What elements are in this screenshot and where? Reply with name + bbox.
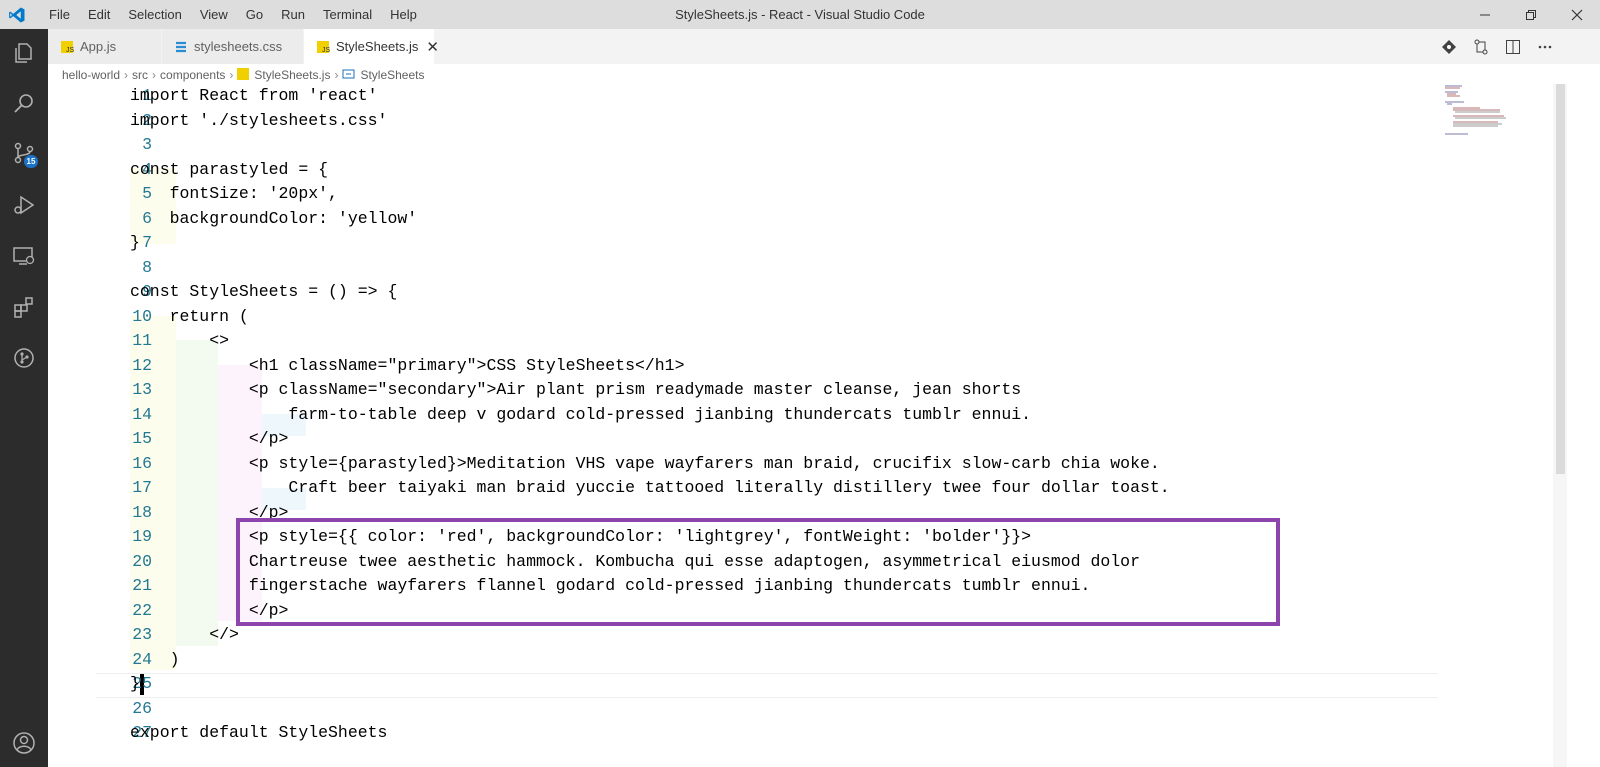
js-file-icon: JS bbox=[60, 40, 74, 54]
chevron-right-icon: › bbox=[229, 68, 234, 82]
menu-file[interactable]: File bbox=[40, 0, 79, 29]
code-line: <> bbox=[130, 331, 230, 350]
minimap-preview bbox=[1445, 85, 1506, 135]
tab-app-js[interactable]: JS App.js bbox=[48, 29, 162, 64]
restore-button[interactable] bbox=[1508, 0, 1554, 29]
chevron-right-icon: › bbox=[152, 68, 157, 82]
minimize-button[interactable] bbox=[1462, 0, 1508, 29]
close-window-button[interactable] bbox=[1554, 0, 1600, 29]
line-number: 7 bbox=[142, 233, 152, 252]
breadcrumb: hello-world › src › components › StyleSh… bbox=[62, 66, 425, 84]
restore-icon bbox=[1526, 9, 1536, 20]
code-line: const parastyled = { bbox=[130, 160, 329, 179]
code-line: </> bbox=[130, 625, 239, 644]
breadcrumb-item[interactable]: components bbox=[160, 68, 225, 82]
breadcrumb-item[interactable]: src bbox=[132, 68, 148, 82]
remote-explorer-icon bbox=[13, 247, 35, 265]
tab-label: App.js bbox=[80, 39, 117, 54]
code-line: ) bbox=[130, 650, 180, 669]
run-debug-icon bbox=[14, 195, 35, 215]
open-changes-button[interactable] bbox=[1466, 29, 1496, 64]
menu-terminal[interactable]: Terminal bbox=[314, 0, 381, 29]
line-number: 3 bbox=[142, 135, 152, 154]
more-actions-icon bbox=[1538, 45, 1552, 48]
search-button[interactable] bbox=[0, 79, 48, 127]
code-line: const StyleSheets = () => { bbox=[130, 282, 398, 301]
code-line: export default StyleSheets bbox=[130, 723, 388, 742]
account-button[interactable] bbox=[0, 719, 48, 767]
menu-selection[interactable]: Selection bbox=[119, 0, 190, 29]
code-line: } bbox=[130, 233, 140, 252]
tab-stylesheets-js[interactable]: JS StyleSheets.js ✕ bbox=[304, 29, 439, 64]
css-file-icon bbox=[174, 40, 188, 54]
code-line: fontSize: '20px', bbox=[130, 184, 338, 203]
breadcrumb-item[interactable]: hello-world bbox=[62, 68, 120, 82]
git-graph-icon bbox=[14, 348, 34, 368]
line-number: 25 bbox=[132, 674, 152, 693]
code-line: return ( bbox=[130, 307, 249, 326]
minimize-icon bbox=[1480, 14, 1490, 15]
menu-edit[interactable]: Edit bbox=[79, 0, 119, 29]
code-line: farm-to-table deep v godard cold-pressed… bbox=[130, 405, 1032, 424]
search-icon bbox=[14, 94, 33, 113]
code-line: Craft beer taiyaki man braid yuccie tatt… bbox=[130, 478, 1170, 497]
remote-explorer-button[interactable] bbox=[0, 232, 48, 280]
close-tab-icon[interactable]: ✕ bbox=[426, 38, 439, 56]
git-compare-button[interactable] bbox=[1434, 29, 1464, 64]
code-editor[interactable]: 1 2 3 4 5 6 7 8 9 10 11 12 13 14 15 16 1… bbox=[48, 84, 1600, 767]
git-compare-icon bbox=[1442, 39, 1456, 54]
minimap[interactable] bbox=[1440, 84, 1554, 144]
menu-run[interactable]: Run bbox=[272, 0, 314, 29]
more-actions-button[interactable] bbox=[1530, 29, 1560, 64]
tab-bar: JS App.js stylesheets.css JS StyleSheets… bbox=[48, 29, 1600, 64]
js-file-icon bbox=[237, 67, 250, 83]
scrollbar-thumb[interactable] bbox=[1556, 84, 1565, 474]
line-number: 8 bbox=[142, 258, 152, 277]
breadcrumb-item[interactable]: StyleSheets.js bbox=[254, 68, 330, 82]
code-line: <p className="secondary">Air plant prism… bbox=[130, 380, 1022, 399]
explorer-button[interactable] bbox=[0, 29, 48, 77]
source-control-badge: 15 bbox=[24, 155, 38, 168]
extensions-icon bbox=[14, 297, 33, 318]
split-editor-icon bbox=[1506, 39, 1520, 54]
chevron-right-icon: › bbox=[334, 68, 339, 82]
line-number: 26 bbox=[132, 699, 152, 718]
menu-view[interactable]: View bbox=[191, 0, 237, 29]
tab-label: stylesheets.css bbox=[194, 39, 283, 54]
current-line-highlight bbox=[96, 673, 1438, 698]
svg-text:JS: JS bbox=[322, 47, 330, 54]
code-line: <h1 className="primary">CSS StyleSheets<… bbox=[130, 356, 685, 375]
code-line: import './stylesheets.css' bbox=[130, 111, 388, 130]
breadcrumb-item[interactable]: StyleSheets bbox=[360, 68, 424, 82]
run-debug-button[interactable] bbox=[0, 181, 48, 229]
close-icon bbox=[1571, 9, 1583, 20]
code-line: backgroundColor: 'yellow' bbox=[130, 209, 418, 228]
source-control-button[interactable]: 15 bbox=[0, 129, 48, 177]
open-changes-icon bbox=[1474, 39, 1488, 54]
menu-bar: File Edit Selection View Go Run Terminal… bbox=[40, 0, 426, 29]
annotation-highlight-box bbox=[236, 518, 1280, 626]
code-line: </p> bbox=[130, 429, 289, 448]
menu-go[interactable]: Go bbox=[237, 0, 272, 29]
code-line: import React from 'react' bbox=[130, 86, 378, 105]
tab-stylesheets-css[interactable]: stylesheets.css bbox=[162, 29, 304, 64]
chevron-right-icon: › bbox=[124, 68, 129, 82]
split-editor-button[interactable] bbox=[1498, 29, 1528, 64]
symbol-variable-icon bbox=[342, 68, 355, 83]
menu-help[interactable]: Help bbox=[381, 0, 426, 29]
code-line: } bbox=[130, 674, 140, 693]
title-bar: File Edit Selection View Go Run Terminal… bbox=[0, 0, 1600, 29]
git-graph-button[interactable] bbox=[0, 334, 48, 382]
activity-bar: 15 bbox=[0, 29, 48, 767]
tab-label: StyleSheets.js bbox=[336, 39, 419, 54]
vscode-logo-icon[interactable] bbox=[8, 6, 26, 24]
explorer-icon bbox=[15, 43, 32, 63]
extensions-button[interactable] bbox=[0, 283, 48, 331]
js-file-icon: JS bbox=[316, 40, 330, 54]
code-line: <p style={parastyled}>Meditation VHS vap… bbox=[130, 454, 1160, 473]
account-icon bbox=[13, 732, 35, 754]
vertical-scrollbar[interactable] bbox=[1553, 84, 1567, 767]
svg-text:JS: JS bbox=[66, 47, 74, 54]
